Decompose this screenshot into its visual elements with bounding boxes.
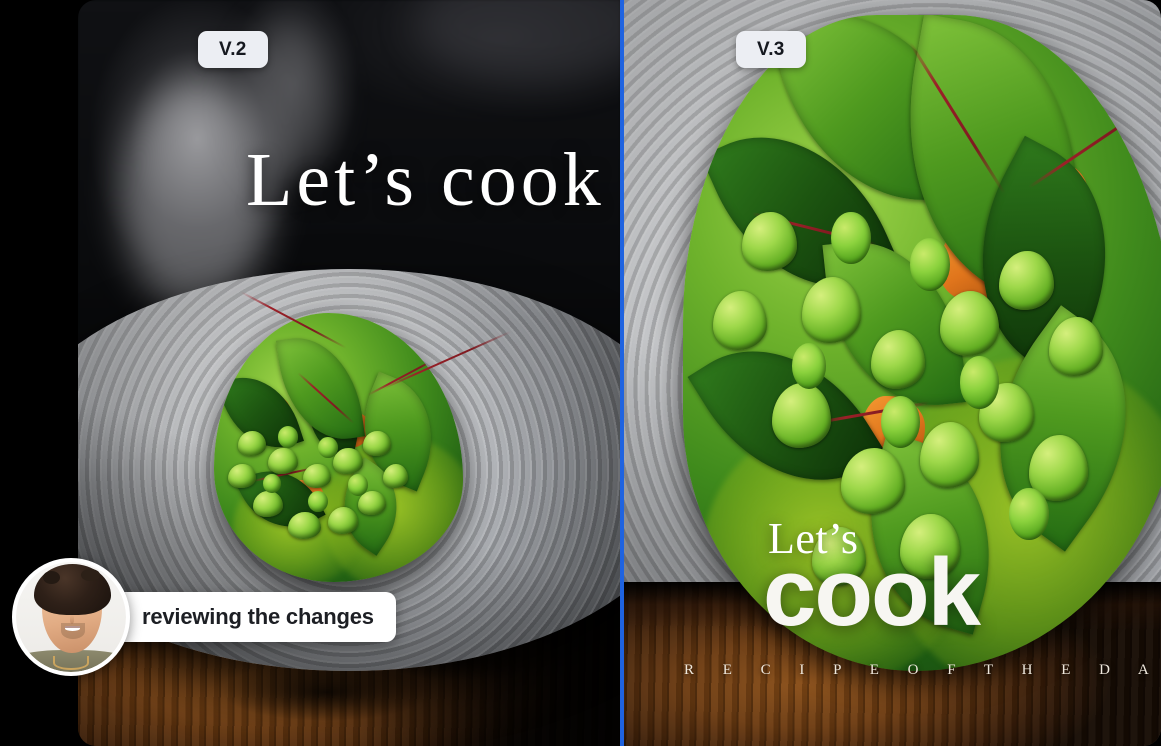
screenshot-stage: Let’s cook V.2 V.3 Let’s cook R E C I P … — [0, 0, 1161, 746]
avatar-necklace — [53, 655, 89, 670]
v2-headline: Let’s cook — [246, 138, 605, 222]
collaborator-avatar[interactable] — [12, 558, 130, 676]
version-split-divider[interactable] — [620, 0, 624, 746]
avatar-hair — [33, 564, 111, 615]
collaborator-presence[interactable]: reviewing the changes — [12, 558, 396, 676]
version-badge-v3[interactable]: V.3 — [736, 31, 806, 68]
version-badge-v2[interactable]: V.2 — [198, 31, 268, 68]
v3-caption: R E C I P E O F T H E D A Y — [684, 662, 1161, 678]
v3-headline-line2: cook — [763, 539, 981, 646]
collaborator-status-label: reviewing the changes — [102, 592, 396, 642]
